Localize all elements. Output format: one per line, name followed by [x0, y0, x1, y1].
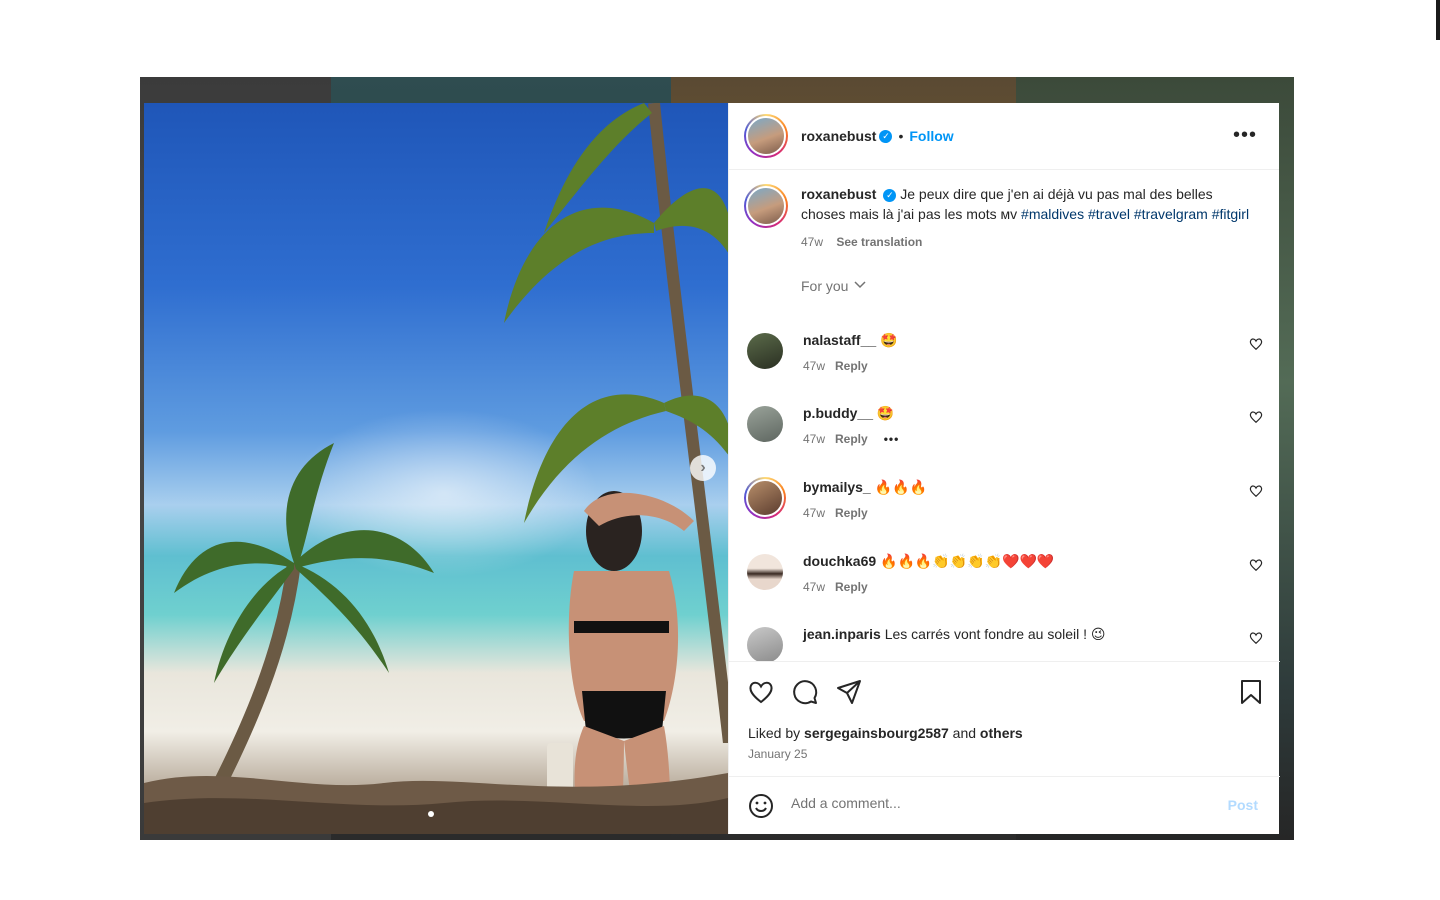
post-date[interactable]: January 25 — [748, 747, 807, 761]
commenter-avatar[interactable] — [744, 477, 786, 519]
commenter-avatar[interactable] — [747, 406, 783, 442]
carousel-indicator — [428, 811, 434, 817]
author-avatar[interactable] — [744, 114, 788, 158]
share-icon[interactable] — [835, 678, 863, 706]
like-heart-icon[interactable] — [747, 678, 775, 706]
verified-badge-icon: ✓ — [883, 188, 897, 202]
comment-username[interactable]: jean.inparis — [803, 626, 881, 642]
hashtag-link[interactable]: #fitgirl — [1212, 206, 1249, 222]
comment-text: 🔥🔥🔥👏👏👏👏❤️❤️❤️ — [880, 553, 1055, 569]
post-details-panel: roxanebust ✓ • Follow ••• roxanebust ✓ J… — [728, 103, 1280, 834]
heart-icon[interactable] — [1249, 410, 1263, 424]
commenter-avatar[interactable] — [747, 333, 783, 369]
author-avatar[interactable] — [744, 184, 788, 228]
heart-icon[interactable] — [1249, 558, 1263, 572]
sort-label: For you — [801, 278, 849, 294]
caption-username[interactable]: roxanebust — [801, 186, 876, 202]
reply-button[interactable]: Reply — [835, 580, 868, 594]
page-scrollbar[interactable] — [1436, 0, 1440, 40]
comment-username[interactable]: bymailys_ — [803, 479, 871, 495]
comment-item: nalastaff__ 🤩 47w Reply — [747, 331, 1267, 391]
comments-scroll-area[interactable]: roxanebust ✓ Je peux dire que j'en ai dé… — [729, 171, 1280, 661]
comment-input[interactable] — [791, 795, 1191, 811]
comment-item: bymailys_ 🔥🔥🔥 47w Reply — [744, 477, 1267, 538]
comment-item: douchka69 🔥🔥🔥👏👏👏👏❤️❤️❤️ 47w Reply — [747, 552, 1267, 612]
see-translation-link[interactable]: See translation — [836, 235, 922, 249]
hashtag-link[interactable]: #travelgram — [1134, 206, 1208, 222]
reply-button[interactable]: Reply — [835, 432, 868, 446]
follow-button[interactable]: Follow — [909, 128, 953, 144]
post-image[interactable] — [144, 103, 728, 834]
liked-by-user[interactable]: sergegainsbourg2587 — [804, 725, 949, 741]
comment-options-icon[interactable]: ••• — [884, 432, 900, 446]
comment-username[interactable]: p.buddy__ — [803, 405, 873, 421]
hashtag-link[interactable]: #travel — [1088, 206, 1130, 222]
comment-age: 47w — [803, 580, 826, 594]
post-actions: Liked by sergegainsbourg2587 and others … — [729, 661, 1280, 776]
comment-text: 🤩 — [876, 405, 895, 421]
commenter-avatar[interactable] — [747, 627, 783, 661]
header-separator: • — [898, 128, 904, 144]
verified-badge-icon: ✓ — [879, 129, 893, 143]
comment-username[interactable]: douchka69 — [803, 553, 876, 569]
comment-age: 47w — [803, 432, 826, 446]
post-comment-button[interactable]: Post — [1228, 797, 1258, 813]
more-options-icon[interactable]: ••• — [1233, 125, 1257, 145]
beach-debris — [144, 773, 728, 834]
liked-by-others[interactable]: others — [980, 725, 1023, 741]
comment-username[interactable]: nalastaff__ — [803, 332, 876, 348]
heart-icon[interactable] — [1249, 484, 1263, 498]
author-username[interactable]: roxanebust — [801, 128, 876, 144]
chevron-right-icon[interactable]: › — [690, 455, 716, 481]
comment-age: 47w — [803, 506, 826, 520]
comment-composer: Post — [729, 776, 1280, 834]
comment-text: 🤩 — [880, 332, 898, 348]
comment-item: p.buddy__ 🤩 47w Reply ••• — [747, 404, 1267, 464]
hashtag-link[interactable]: #maldives — [1021, 206, 1084, 222]
reply-button[interactable]: Reply — [835, 506, 868, 520]
comment-sort-dropdown[interactable]: For you — [801, 278, 1280, 294]
post-header: roxanebust ✓ • Follow ••• — [729, 103, 1279, 170]
liked-by-prefix: Liked by — [748, 725, 801, 741]
liked-by-and: and — [952, 725, 977, 741]
comment-text: Les carrés vont fondre au soleil ! 😉 — [884, 626, 1106, 642]
comment-age: 47w — [803, 359, 826, 373]
comment-text: 🔥🔥🔥 — [874, 479, 927, 495]
emoji-icon[interactable] — [748, 793, 774, 819]
post-caption: roxanebust ✓ Je peux dire que j'en ai dé… — [729, 171, 1280, 252]
heart-icon[interactable] — [1249, 337, 1263, 351]
heart-icon[interactable] — [1249, 631, 1263, 645]
chevron-down-icon — [854, 280, 866, 292]
comment-item: jean.inparis Les carrés vont fondre au s… — [747, 625, 1267, 661]
caption-age: 47w — [801, 235, 824, 249]
commenter-avatar[interactable] — [747, 554, 783, 590]
bookmark-icon[interactable] — [1237, 678, 1265, 706]
likes-summary: Liked by sergegainsbourg2587 and others — [748, 725, 1023, 741]
comment-icon[interactable] — [791, 678, 819, 706]
reply-button[interactable]: Reply — [835, 359, 868, 373]
